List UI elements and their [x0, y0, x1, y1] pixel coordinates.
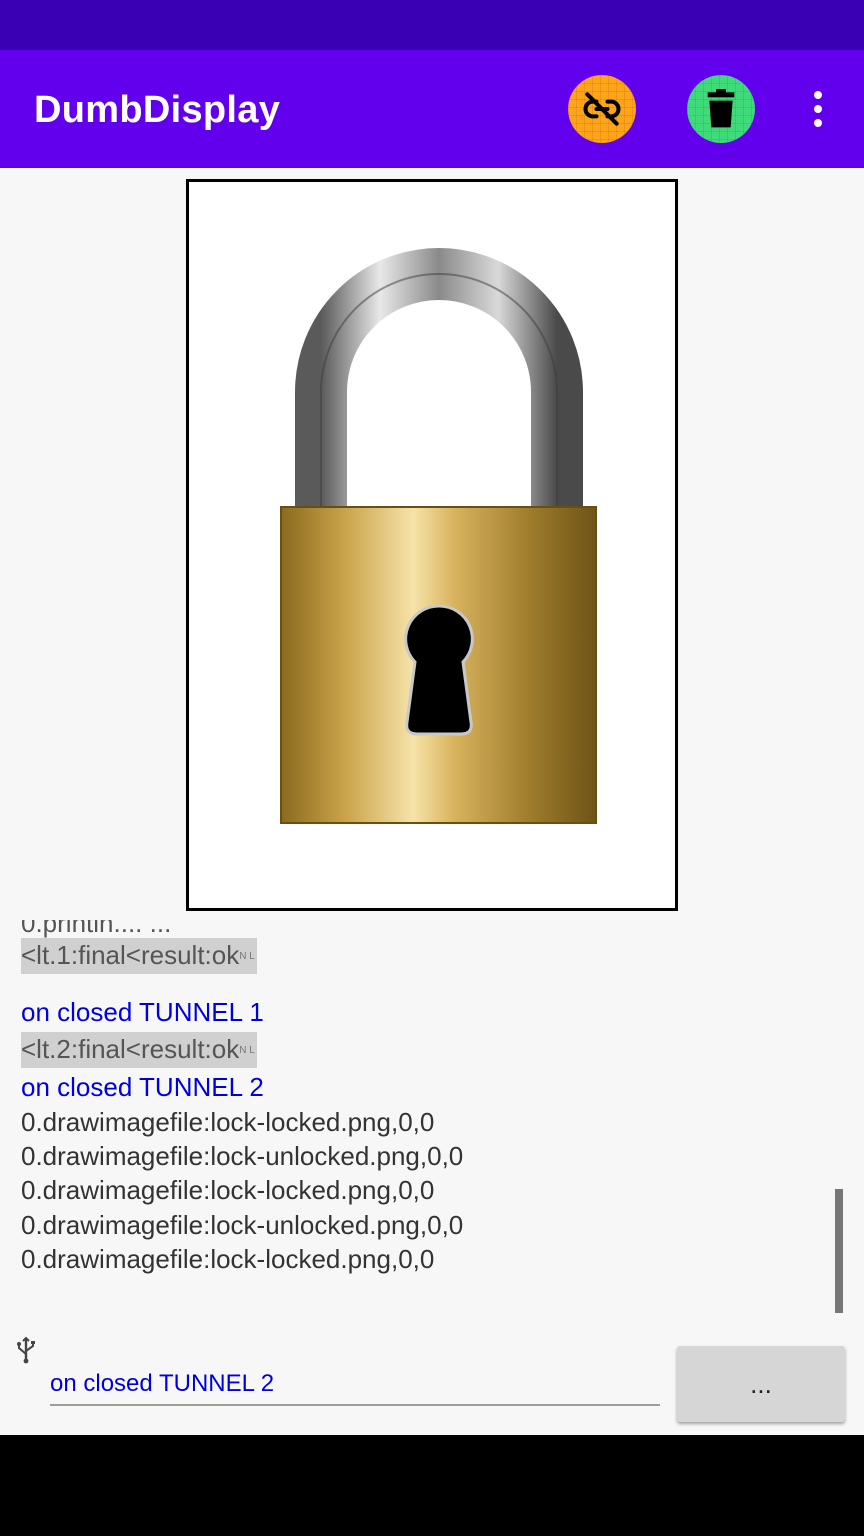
- usb-icon: [17, 1336, 35, 1364]
- log-line: 0.drawimagefile:lock-locked.png,0,0: [21, 1244, 435, 1274]
- trash-icon: [707, 89, 735, 128]
- log-line: 0.drawimagefile:lock-unlocked.png,0,0: [21, 1141, 464, 1171]
- log-scrollbar[interactable]: [835, 1189, 843, 1313]
- display-canvas[interactable]: [186, 179, 678, 911]
- app-bar: DumbDisplay: [0, 50, 864, 168]
- more-vert-icon-dot: [814, 105, 822, 113]
- newline-mark: N L: [239, 1045, 255, 1057]
- log-line-text: <lt.1:final<result:ok: [21, 940, 240, 970]
- command-input[interactable]: [50, 1364, 660, 1406]
- app-title: DumbDisplay: [34, 89, 281, 131]
- log-line-text: <lt.2:final<result:ok: [21, 1034, 240, 1064]
- log-line: <lt.1:final<result:okN L: [21, 938, 257, 975]
- log-area[interactable]: 0.printin.... ... <lt.1:final<result:okN…: [0, 920, 864, 1320]
- log-line: on closed TUNNEL 2: [21, 1072, 264, 1102]
- clear-button[interactable]: [687, 75, 755, 143]
- more-options-button[interactable]: [800, 85, 836, 133]
- log-line: 0.drawimagefile:lock-locked.png,0,0: [21, 1175, 435, 1205]
- send-button[interactable]: ...: [677, 1346, 845, 1422]
- more-vert-icon-dot: [814, 119, 822, 127]
- status-bar: [0, 0, 864, 50]
- padlock-unlocked-image: [280, 248, 597, 824]
- log-line: on closed TUNNEL 1: [21, 997, 264, 1027]
- log-line: 0.drawimagefile:lock-locked.png,0,0: [21, 1107, 435, 1137]
- log-line: <lt.2:final<result:okN L: [21, 1032, 257, 1069]
- more-vert-icon-dot: [814, 91, 822, 99]
- newline-mark: N L: [239, 951, 255, 963]
- main-content: 0.printin.... ... <lt.1:final<result:okN…: [0, 168, 864, 1435]
- connection-button[interactable]: [568, 75, 636, 143]
- log-line: 0.printin.... ...: [21, 920, 172, 938]
- log-line: 0.drawimagefile:lock-unlocked.png,0,0: [21, 1210, 464, 1240]
- navigation-bar-area: [0, 1435, 864, 1536]
- link-off-icon: [583, 92, 621, 126]
